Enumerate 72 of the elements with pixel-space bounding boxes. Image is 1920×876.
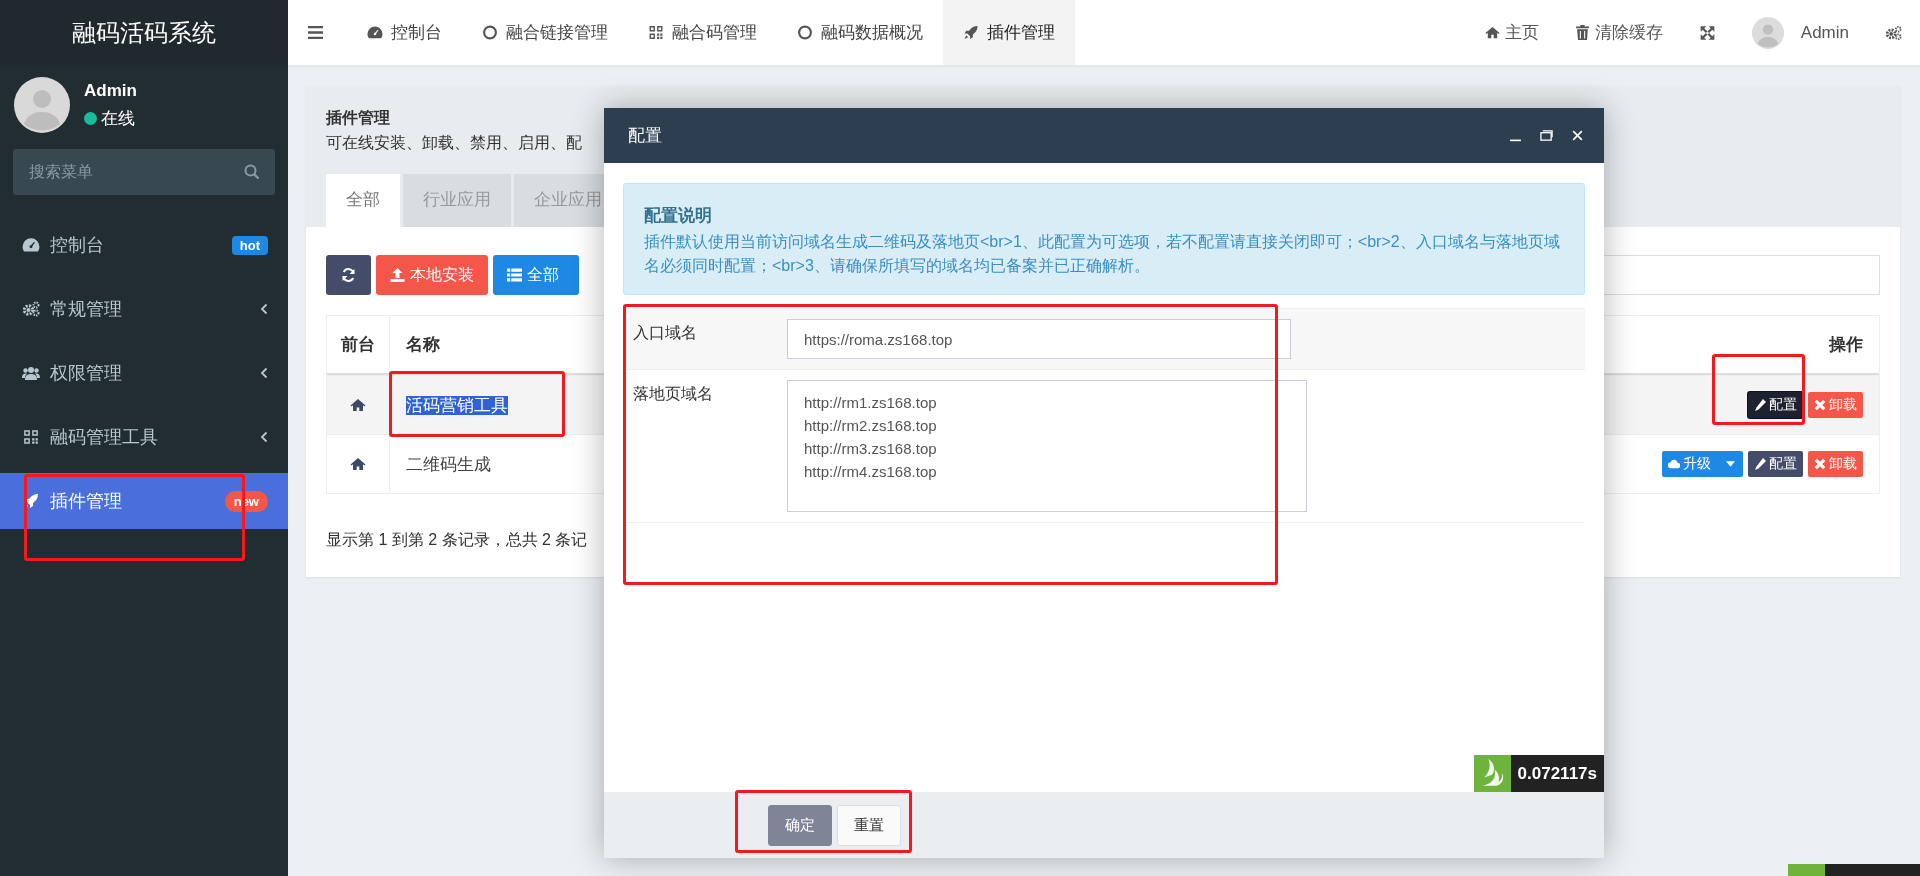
pagination-info: 显示第 1 到第 2 条记录，总共 2 条记 <box>326 530 589 550</box>
plugin-name: 活码营销工具 <box>406 395 508 415</box>
clear-cache-link[interactable]: 清除缓存 <box>1556 21 1681 44</box>
app-logo-text: 融码活码系统 <box>0 0 288 65</box>
pencil-icon <box>1754 399 1766 411</box>
dialog-title: 配置 <box>628 125 662 147</box>
field-label: 落地页域名 <box>632 384 714 404</box>
close-icon <box>1814 399 1826 411</box>
filter-all-button[interactable]: 全部 <box>493 255 579 295</box>
user-status: 在线 <box>101 107 135 130</box>
caret-icon <box>1726 461 1735 467</box>
sidebar-menu-item[interactable]: 常规管理 <box>0 281 288 337</box>
column-header: 操作 <box>1829 334 1864 356</box>
dashboard-icon <box>367 25 383 40</box>
sidebar-menu-item[interactable]: 权限管理 <box>0 345 288 401</box>
nav-tab[interactable]: 融合链接管理 <box>462 0 628 65</box>
column-header: 前台 <box>327 316 390 373</box>
upload-icon <box>390 268 405 282</box>
flame-logo-icon <box>1473 755 1511 792</box>
close-icon[interactable] <box>1571 129 1584 142</box>
refresh-icon <box>341 268 356 282</box>
refresh-button[interactable] <box>326 255 371 295</box>
config-button[interactable]: 配置 <box>1748 451 1803 477</box>
plugin-name: 二维码生成 <box>406 454 491 474</box>
confirm-button[interactable]: 确定 <box>768 804 832 846</box>
config-button[interactable]: 配置 <box>1748 392 1803 418</box>
home-link[interactable]: 主页 <box>1466 21 1557 44</box>
avatar-icon <box>14 77 70 133</box>
gears-icon <box>22 301 40 317</box>
maximize-icon[interactable] <box>1540 129 1553 142</box>
nav-tab[interactable]: 融码数据概况 <box>777 0 943 65</box>
alert-text: 插件默认使用当前访问域名生成二维码及落地页<br>1、此配置为可选项，若不配置请直接关闭即可；<br>2、入口域名与落地页域名必须同时配置；<br>3、请确保所填写的域名均已备案并已正确解析。 <box>644 232 1561 276</box>
qr-code-icon <box>22 429 40 445</box>
search-icon[interactable] <box>244 164 260 180</box>
gears-icon <box>1885 24 1902 41</box>
entry-domain-field[interactable]: https://roma.zs168.top <box>787 319 1291 359</box>
reset-button[interactable]: 重置 <box>837 804 901 846</box>
nav-tab[interactable]: 融合码管理 <box>628 0 777 65</box>
home-icon <box>350 398 366 412</box>
home-icon <box>350 457 366 471</box>
sidebar-menu-item[interactable]: 控制台 hot <box>0 217 288 273</box>
panel-subtitle: 可在线安装、卸载、禁用、启用、配 <box>326 133 583 153</box>
user-name: Admin <box>84 80 137 101</box>
sidebar-menu-item[interactable]: 融码管理工具 <box>0 409 288 465</box>
nav-tab[interactable]: 控制台 <box>347 0 462 65</box>
alert-title: 配置说明 <box>644 205 713 227</box>
pencil-icon <box>1754 458 1766 470</box>
qr-code-icon <box>648 25 664 40</box>
circle-icon <box>482 25 498 40</box>
panel-title: 插件管理 <box>326 108 391 128</box>
category-tab[interactable]: 全部 <box>326 174 400 227</box>
list-icon <box>507 268 522 282</box>
cloud-icon <box>1668 458 1680 470</box>
circle-icon <box>797 25 813 40</box>
menu-badge: hot <box>231 235 268 255</box>
upgrade-button[interactable]: 升级 <box>1662 451 1743 477</box>
avatar-icon <box>1751 16 1784 49</box>
rocket-icon <box>963 25 979 40</box>
nav-tab[interactable]: 插件管理 <box>943 0 1075 65</box>
users-icon <box>22 365 40 381</box>
menu-search-field[interactable]: 搜索菜单 <box>13 149 275 195</box>
menu-icon[interactable] <box>308 26 323 39</box>
landing-domains-field[interactable]: http://rm1.zs168.top http://rm2.zs168.top http://rm3.zs168.top http://rm4.zs168.top <box>787 380 1307 512</box>
column-header: 名称 <box>405 334 441 356</box>
trash-icon <box>1574 25 1590 40</box>
home-icon <box>1484 25 1500 40</box>
dashboard-icon <box>22 237 40 253</box>
close-icon <box>1814 458 1826 470</box>
fullscreen-icon[interactable] <box>1698 24 1716 41</box>
field-label: 入口域名 <box>632 323 698 343</box>
user-menu[interactable]: Admin <box>1733 16 1867 49</box>
response-time: 0.072117s <box>1510 755 1604 792</box>
